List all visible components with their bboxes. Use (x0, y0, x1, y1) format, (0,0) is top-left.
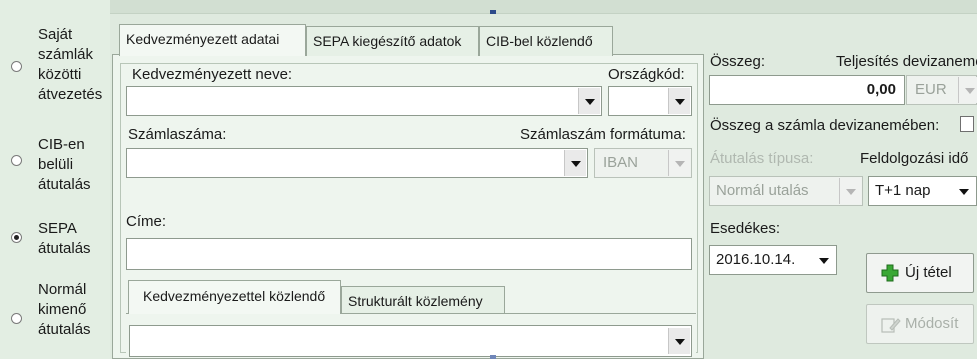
radio-normal-outgoing[interactable] (11, 313, 22, 324)
chevron-down-icon[interactable] (668, 328, 690, 354)
account-currency-checkbox[interactable] (960, 116, 974, 132)
bottom-splitter-handle[interactable] (490, 355, 496, 359)
radio-cib-internal[interactable] (11, 155, 22, 166)
top-strip (0, 0, 977, 14)
account-currency-label: Összeg a számla devizanemében: (710, 117, 940, 134)
country-code-label: Országkód: (608, 66, 685, 83)
modify-button: Módosít (866, 304, 974, 344)
amount-label: Összeg: (710, 53, 766, 70)
due-date-label: Esedékes: (710, 220, 781, 237)
payment-type-panel: Saját számlák közötti átvezetés CIB-en b… (0, 0, 110, 359)
chevron-down-icon[interactable] (953, 178, 975, 204)
country-code-dropdown[interactable] (608, 86, 692, 116)
label-sepa: SEPA átutalás (38, 220, 91, 257)
processing-time-label: Feldolgozási idő (860, 150, 969, 167)
chevron-down-icon[interactable] (668, 88, 690, 114)
label-own-accounts: Saját számlák közötti átvezetés (38, 26, 103, 103)
tab-sepa-additional[interactable]: SEPA kiegészítő adatok (306, 26, 479, 56)
account-number-dropdown[interactable] (126, 148, 588, 178)
amount-value: 0,00 (866, 81, 896, 98)
currency-value: EUR (915, 81, 947, 98)
beneficiary-name-label: Kedvezményezett neve: (132, 66, 293, 83)
chevron-down-icon[interactable] (578, 88, 600, 114)
new-item-label: Új tétel (905, 264, 952, 281)
account-format-dropdown: IBAN (594, 148, 692, 178)
account-format-value: IBAN (603, 154, 639, 171)
chevron-down-icon (839, 178, 861, 204)
tab-cib-message[interactable]: CIB-bel közlendő (479, 26, 613, 56)
chevron-down-icon (668, 150, 690, 176)
tab-structured-message[interactable]: Strukturált közlemény (341, 286, 505, 316)
chevron-down-icon (958, 77, 977, 103)
tab-beneficiary-data[interactable]: Kedvezményezett adatai (119, 24, 306, 56)
label-cib-internal: CIB-en belüli átutalás (38, 136, 91, 193)
green-plus-icon (881, 264, 899, 282)
message-dropdown[interactable] (129, 325, 692, 357)
account-format-label: Számlaszám formátuma: (520, 126, 686, 143)
chevron-down-icon[interactable] (564, 150, 586, 176)
currency-dropdown: EUR (906, 75, 977, 105)
modify-label: Módosít (905, 315, 959, 332)
splitter-handle[interactable] (490, 10, 496, 14)
amount-input[interactable]: 0,00 (709, 75, 905, 105)
transfer-type-dropdown: Normál utalás (709, 176, 863, 206)
account-number-label: Számlaszáma: (128, 126, 227, 143)
edit-icon (881, 318, 901, 333)
address-input[interactable] (126, 238, 692, 270)
processing-time-dropdown[interactable]: T+1 nap (868, 176, 977, 206)
radio-sepa[interactable] (11, 232, 22, 243)
calendar-dropdown-icon[interactable] (813, 247, 835, 273)
label-normal-outgoing: Normál kimenő átutalás (38, 281, 91, 338)
address-label: Címe: (126, 213, 167, 230)
transfer-type-label: Átutalás típusa: (710, 150, 814, 167)
transfer-type-value: Normál utalás (716, 182, 809, 199)
due-date-picker[interactable]: 2016.10.14. (709, 245, 837, 275)
tab-beneficiary-message[interactable]: Kedvezményezettel közlendő (128, 280, 341, 314)
radio-own-accounts[interactable] (11, 61, 22, 72)
due-date-value: 2016.10.14. (716, 251, 796, 268)
new-item-button[interactable]: Új tétel (866, 253, 974, 293)
currency-label: Teljesítés devizaneme (836, 53, 977, 70)
beneficiary-name-dropdown[interactable] (126, 86, 602, 116)
processing-time-value: T+1 nap (875, 182, 931, 199)
